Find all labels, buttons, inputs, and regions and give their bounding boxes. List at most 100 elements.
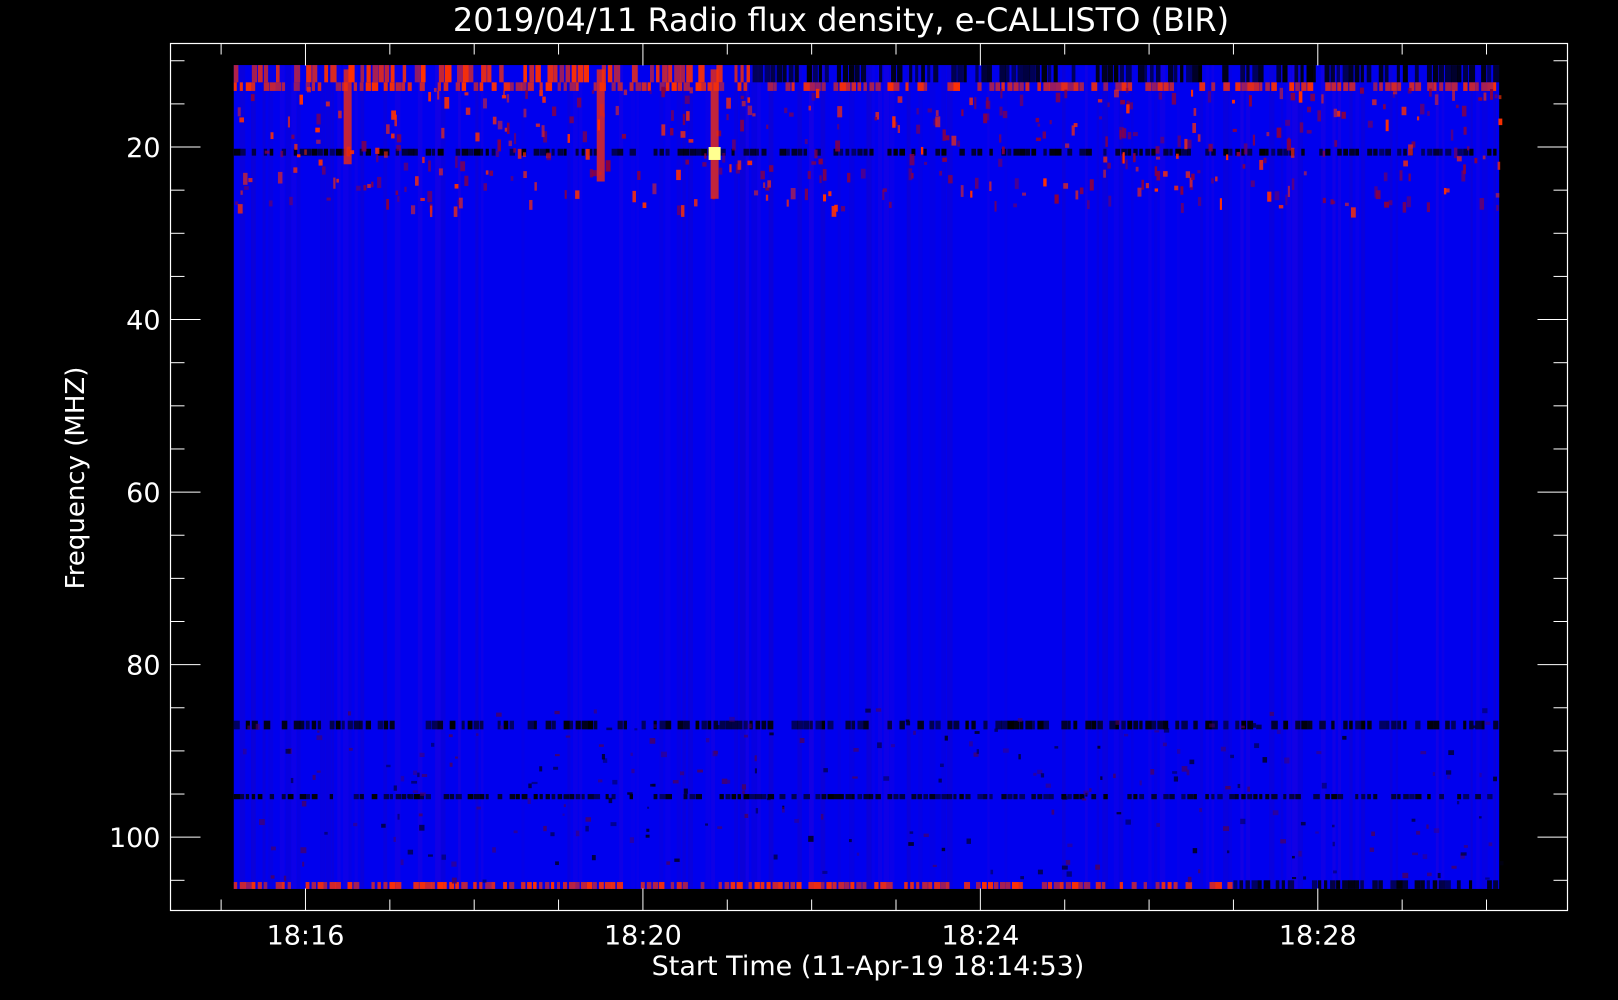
heatmap-band-segment	[1151, 82, 1157, 91]
heatmap-band-segment	[1259, 82, 1263, 91]
heatmap-speckle	[1242, 164, 1246, 169]
heatmap-band-segment	[1283, 720, 1289, 730]
heatmap-band-segment	[1067, 720, 1071, 730]
heatmap-band-segment	[1354, 880, 1360, 889]
heatmap-band-segment	[437, 882, 444, 889]
heatmap-noise-column	[458, 65, 461, 889]
heatmap-band-segment	[1229, 148, 1233, 156]
heatmap-speckle	[569, 116, 574, 124]
heatmap-speckle	[361, 141, 367, 152]
heatmap-band-segment	[1367, 720, 1372, 730]
heatmap-speckle	[404, 186, 407, 192]
heatmap-band-segment	[533, 794, 538, 800]
heatmap-noise-column	[665, 65, 671, 889]
heatmap-speckle	[1191, 173, 1195, 180]
heatmap-speckle	[270, 875, 275, 879]
heatmap-band-segment	[306, 65, 312, 83]
heatmap-band-segment	[1143, 65, 1148, 83]
heatmap-band-segment	[791, 148, 798, 156]
heatmap-speckle	[1408, 144, 1413, 156]
heatmap-band-segment	[413, 794, 420, 800]
heatmap-speckle	[623, 89, 628, 96]
heatmap-speckle	[1432, 772, 1436, 776]
heatmap-speckle	[1478, 97, 1483, 101]
heatmap-speckle	[1344, 202, 1349, 207]
heatmap-band-segment	[911, 794, 917, 800]
heatmap-speckle	[1045, 783, 1051, 788]
heatmap-band-segment	[1294, 65, 1299, 83]
heatmap-band-segment	[1426, 65, 1432, 83]
heatmap-band-segment	[1373, 794, 1378, 800]
heatmap-band-segment	[1277, 148, 1283, 156]
heatmap-speckle	[307, 86, 311, 93]
heatmap-speckle	[270, 132, 274, 140]
heatmap-speckle	[1135, 166, 1139, 172]
y-axis-label: Frequency (MHZ)	[61, 367, 91, 590]
heatmap-speckle	[1433, 828, 1440, 833]
heatmap-noise-column	[1493, 65, 1496, 889]
heatmap-speckle	[927, 108, 932, 113]
heatmap-band-segment	[899, 148, 906, 156]
heatmap-band-segment	[767, 82, 774, 91]
heatmap-band-segment	[809, 82, 816, 91]
heatmap-burst	[343, 69, 352, 165]
heatmap-speckle	[312, 774, 316, 780]
heatmap-band-segment	[842, 65, 849, 83]
heatmap-band-segment	[1331, 794, 1337, 800]
heatmap-speckle	[941, 847, 946, 852]
heatmap-speckle	[754, 190, 759, 196]
heatmap-noise-column	[1441, 65, 1445, 889]
heatmap-band-segment	[1317, 880, 1322, 889]
heatmap-speckle	[645, 834, 650, 838]
heatmap-band-segment	[1493, 720, 1499, 730]
heatmap-speckle	[476, 733, 479, 736]
heatmap-band-segment	[880, 882, 887, 889]
heatmap-speckle	[1108, 195, 1112, 207]
heatmap-speckle	[985, 100, 991, 110]
heatmap-band-segment	[437, 82, 441, 91]
heatmap-band-segment	[509, 82, 514, 91]
heatmap-speckle	[877, 742, 882, 749]
heatmap-band-segment	[1331, 82, 1337, 91]
heatmap-band-segment	[635, 82, 642, 91]
heatmap-band-segment	[607, 65, 613, 83]
heatmap-band-segment	[641, 82, 647, 91]
heatmap-speckle	[621, 133, 627, 139]
heatmap-speckle	[1193, 108, 1197, 116]
heatmap-band-segment	[1047, 65, 1052, 83]
heatmap-speckle	[1482, 708, 1488, 714]
heatmap-speckle	[1445, 770, 1452, 775]
heatmap-band-segment	[311, 148, 318, 156]
heatmap-band-segment	[491, 82, 497, 91]
heatmap-speckle	[1372, 99, 1377, 106]
heatmap-speckle	[1463, 845, 1468, 848]
heatmap-band-segment	[933, 65, 939, 83]
heatmap-speckle	[726, 114, 729, 121]
heatmap-band-segment	[1445, 720, 1450, 730]
heatmap-band-segment	[1174, 65, 1178, 83]
heatmap-band-segment	[987, 65, 992, 83]
heatmap-band-segment	[317, 882, 324, 889]
heatmap-speckle	[923, 833, 929, 838]
heatmap-band-segment	[1019, 148, 1026, 156]
heatmap-band-segment	[324, 65, 329, 83]
heatmap-band-segment	[275, 882, 282, 889]
heatmap-speckle	[994, 728, 998, 732]
heatmap-band-segment	[617, 720, 623, 730]
heatmap-band-segment	[1049, 148, 1056, 156]
heatmap-band-segment	[1390, 880, 1397, 889]
heatmap-band-segment	[347, 882, 353, 889]
heatmap-band-segment	[269, 148, 274, 156]
heatmap-noise-column	[348, 65, 352, 889]
heatmap-band-segment	[1439, 794, 1444, 800]
heatmap-band-segment	[893, 148, 898, 156]
heatmap-speckle	[575, 190, 580, 199]
heatmap-band-segment	[1167, 882, 1172, 889]
heatmap-band-segment	[927, 65, 931, 83]
heatmap-band-segment	[1145, 148, 1151, 156]
heatmap-band-segment	[1055, 82, 1062, 91]
heatmap-band-segment	[1095, 882, 1101, 889]
heatmap-speckle	[250, 94, 255, 102]
heatmap-speckle	[449, 762, 453, 767]
heatmap-band-segment	[1061, 720, 1068, 730]
